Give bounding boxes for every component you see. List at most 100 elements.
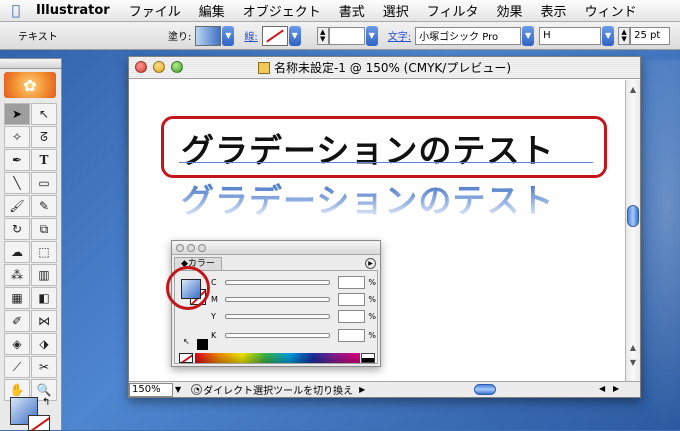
menu-select[interactable]: 選択	[374, 1, 418, 20]
menu-filter[interactable]: フィルタ	[418, 1, 488, 20]
scissors-tool-icon[interactable]: ✂	[31, 356, 57, 378]
status-menu-icon[interactable]: ◔	[191, 384, 202, 395]
status-arrow-icon[interactable]: ▶	[359, 385, 365, 394]
zoom-level-field[interactable]: 150%	[129, 382, 173, 397]
apple-icon[interactable]: 	[0, 3, 32, 19]
warp-tool-icon[interactable]: ☁	[4, 241, 30, 263]
scroll-left-arrow-icon[interactable]: ◀	[599, 384, 605, 393]
status-message: ダイレクト選択ツールを切り換え	[203, 386, 354, 397]
unit-k: %	[368, 330, 376, 340]
panel-zoom-button[interactable]	[198, 243, 206, 252]
slider-m[interactable]	[224, 296, 330, 302]
mesh-tool-icon[interactable]: ▦	[4, 287, 30, 309]
channel-label-y: Y	[211, 311, 216, 321]
illustrator-flower-logo[interactable]: ✿	[4, 72, 56, 98]
slider-k[interactable]	[224, 332, 330, 338]
rotate-tool-icon[interactable]: ↻	[4, 218, 30, 240]
lasso-tool-icon[interactable]: ᘔ	[31, 126, 57, 148]
slider-y[interactable]	[224, 313, 330, 319]
close-window-button[interactable]	[135, 61, 147, 73]
live-paint-bucket-tool-icon[interactable]: ◈	[4, 333, 30, 355]
line-tool-icon[interactable]: ╲	[4, 172, 30, 194]
slider-row-k: K %	[211, 328, 376, 342]
magic-wand-tool-icon[interactable]: ✧	[4, 126, 30, 148]
zoom-dropdown-icon[interactable]: ▼	[175, 385, 181, 394]
fill-dropdown-icon[interactable]: ▼	[222, 25, 235, 46]
symbol-sprayer-tool-icon[interactable]: ⁂	[4, 264, 30, 286]
channel-label-m: M	[211, 294, 218, 304]
color-panel-titlebar[interactable]	[172, 241, 380, 255]
horizontal-scroll-thumb[interactable]	[474, 384, 496, 395]
pencil-tool-icon[interactable]: ✎	[31, 195, 57, 217]
document-proxy-icon[interactable]	[257, 61, 270, 74]
font-size-stepper[interactable]: ▲ ▼	[618, 26, 631, 45]
selection-tool-icon[interactable]: ➤	[4, 103, 30, 125]
gradient-tool-icon[interactable]: ◧	[31, 287, 57, 309]
type-tool-icon[interactable]: T	[31, 149, 57, 171]
menu-edit[interactable]: 編集	[190, 1, 234, 20]
font-style-dropdown-icon[interactable]: ▼	[602, 25, 615, 46]
stroke-weight-dropdown-icon[interactable]: ▼	[365, 25, 378, 46]
pen-tool-icon[interactable]: ✒	[4, 149, 30, 171]
stroke-dropdown-icon[interactable]: ▼	[288, 25, 301, 46]
value-field-y[interactable]	[337, 309, 366, 323]
slider-c[interactable]	[224, 279, 330, 285]
font-family-field[interactable]: 小塚ゴシック Pro	[415, 26, 522, 45]
stroke-swatch[interactable]	[261, 25, 288, 46]
slice-tool-icon[interactable]: ⟋	[4, 356, 30, 378]
gradient-text[interactable]: グラデーションのテスト	[181, 174, 554, 222]
menu-view[interactable]: 表示	[532, 1, 576, 20]
scroll-up-arrow-icon[interactable]: ▲	[626, 82, 640, 96]
panel-close-button[interactable]	[176, 243, 184, 252]
menu-type[interactable]: 書式	[330, 1, 374, 20]
zoom-window-button[interactable]	[171, 61, 183, 73]
value-field-m[interactable]	[337, 292, 366, 306]
swap-fill-stroke-icon[interactable]: ↰	[42, 397, 50, 408]
stroke-weight-stepper[interactable]: ▲ ▼	[316, 26, 329, 45]
mode-label: テキスト	[18, 32, 58, 43]
fill-swatch[interactable]	[195, 25, 222, 46]
unit-c: %	[368, 277, 376, 287]
toolbox-stroke-swatch[interactable]	[28, 415, 50, 431]
menu-object[interactable]: オブジェクト	[234, 1, 330, 20]
menu-effect[interactable]: 効果	[488, 1, 532, 20]
stroke-weight-field[interactable]	[328, 26, 365, 45]
eyedropper-tool-icon[interactable]: ✐	[4, 310, 30, 332]
panel-minimize-button[interactable]	[187, 243, 195, 252]
black-swatch[interactable]	[197, 339, 208, 350]
vertical-scrollbar[interactable]: ▲ ▲ ▼	[625, 80, 640, 383]
none-swatch[interactable]	[179, 353, 193, 363]
document-status-bar: 150% ▼ ◔ ダイレクト選択ツールを切り換え ▶ ◀ ▶	[129, 381, 640, 397]
character-label[interactable]: 文字:	[384, 28, 415, 43]
font-style-field[interactable]: H	[539, 26, 602, 45]
out-of-gamut-arrow-icon[interactable]: ↖	[183, 337, 190, 346]
scroll-right-arrow-icon[interactable]: ▶	[613, 384, 619, 393]
value-field-c[interactable]	[337, 275, 366, 289]
unit-y: %	[368, 311, 376, 321]
paintbrush-tool-icon[interactable]: 🖌	[4, 195, 30, 217]
color-spectrum-bar[interactable]	[195, 353, 360, 363]
document-titlebar[interactable]: 名称未設定-1 @ 150% (CMYK/プレビュー)	[129, 57, 640, 79]
black-white-swatch[interactable]	[361, 353, 375, 363]
menu-file[interactable]: ファイル	[120, 1, 190, 20]
rectangle-tool-icon[interactable]: ▭	[31, 172, 57, 194]
blend-tool-icon[interactable]: ⋈	[31, 310, 57, 332]
live-paint-selection-tool-icon[interactable]: ⬗	[31, 333, 57, 355]
free-transform-tool-icon[interactable]: ⬚	[31, 241, 57, 263]
value-field-k[interactable]	[337, 328, 366, 342]
menu-window[interactable]: ウィンド	[576, 1, 646, 20]
font-size-field[interactable]: 25 pt	[630, 26, 671, 45]
graph-tool-icon[interactable]: ▥	[31, 264, 57, 286]
font-family-dropdown-icon[interactable]: ▼	[522, 25, 535, 46]
stroke-label[interactable]: 線:	[240, 28, 261, 43]
toolbox-titlebar[interactable]	[0, 59, 61, 69]
direct-selection-tool-icon[interactable]: ↖	[31, 103, 57, 125]
scroll-down-arrow-icon[interactable]: ▼	[626, 355, 640, 369]
vertical-scroll-thumb[interactable]	[627, 205, 639, 227]
scale-tool-icon[interactable]: ⧉	[31, 218, 57, 240]
minimize-window-button[interactable]	[153, 61, 165, 73]
slider-row-m: M %	[211, 292, 376, 306]
app-menu[interactable]: Illustrator	[32, 3, 120, 18]
scroll-up-arrow-lower-icon[interactable]: ▲	[626, 340, 640, 354]
panel-menu-icon[interactable]: ▶	[365, 258, 376, 269]
